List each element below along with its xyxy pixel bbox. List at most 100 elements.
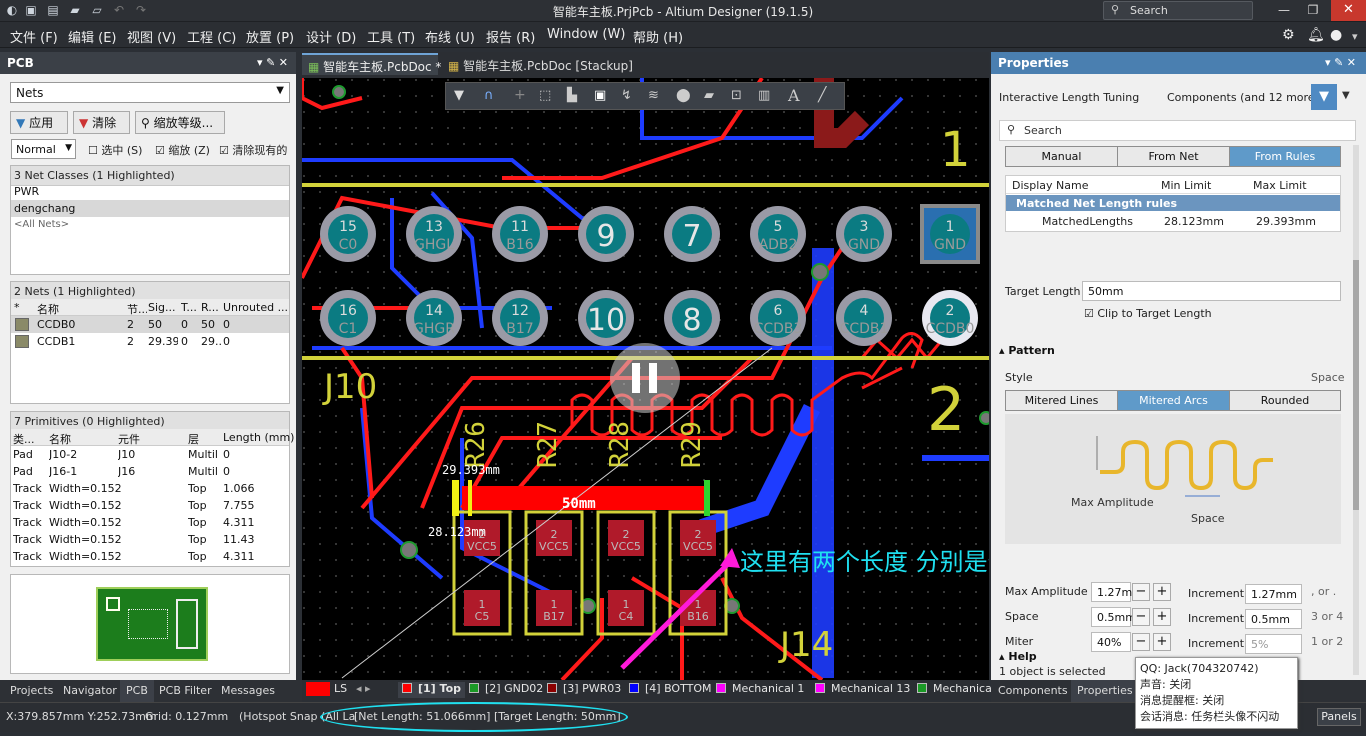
layer-tab[interactable]: [3] PWR03 bbox=[547, 682, 621, 698]
menu-project[interactable]: 工程 (C) bbox=[187, 27, 236, 46]
open-project-icon[interactable]: ▱ bbox=[90, 3, 104, 17]
table-row[interactable]: Track Width=0.152 Top 4.311 bbox=[11, 514, 289, 531]
col-r[interactable]: R... bbox=[201, 301, 221, 314]
layer-tab[interactable]: Mechanica bbox=[917, 682, 992, 698]
pause-overlay[interactable] bbox=[610, 343, 680, 413]
increment-input[interactable]: 1.27mm bbox=[1245, 584, 1302, 604]
select-checkbox[interactable]: ☐ 选中 (S) bbox=[88, 142, 142, 158]
col-layer[interactable]: 层 bbox=[188, 431, 199, 447]
redo-icon[interactable]: ↷ bbox=[134, 3, 148, 17]
save-icon[interactable]: ▣ bbox=[24, 3, 38, 17]
source-tab-manual[interactable]: Manual bbox=[1005, 146, 1118, 167]
col-nodes[interactable]: 节... bbox=[127, 301, 147, 317]
col-display-name[interactable]: Display Name bbox=[1012, 179, 1089, 192]
menu-window[interactable]: Window (W) bbox=[547, 27, 625, 42]
select-area-icon[interactable]: ⬚ bbox=[539, 88, 551, 103]
table-row[interactable]: Track Width=0.152 Top 7.755 bbox=[11, 497, 289, 514]
bell-icon[interactable]: 🔔︎ bbox=[1307, 27, 1325, 43]
line-icon[interactable]: ╱ bbox=[818, 87, 826, 103]
align-icon[interactable]: ▙ bbox=[567, 88, 577, 103]
highlight-mode-select[interactable]: Normal ▼ bbox=[11, 139, 76, 159]
filter-button[interactable]: ▼ bbox=[1311, 84, 1337, 110]
col-max-limit[interactable]: Max Limit bbox=[1253, 179, 1307, 192]
close-window-button[interactable]: ✕ bbox=[1331, 0, 1366, 21]
panel-controls-icon[interactable]: ▾ ✎ ✕ bbox=[257, 56, 288, 69]
header-pad[interactable]: 16C1 bbox=[320, 290, 376, 346]
user-icon[interactable]: ● bbox=[1330, 27, 1342, 43]
rules-group-row[interactable]: Matched Net Length rules bbox=[1006, 195, 1340, 211]
header-pad[interactable]: 14 GHGR bbox=[406, 290, 462, 346]
chevron-down-icon[interactable]: ▼ bbox=[1342, 90, 1350, 101]
header-pad[interactable]: 3 GND bbox=[836, 206, 892, 262]
header-pad[interactable]: 13 GHGL bbox=[406, 206, 462, 262]
header-pad[interactable]: 7 bbox=[664, 206, 720, 262]
gear-icon[interactable]: ⚙ bbox=[1282, 27, 1295, 43]
header-pad[interactable]: 5 ADB2 bbox=[750, 206, 806, 262]
header-pad[interactable]: 15C0 bbox=[320, 206, 376, 262]
table-row[interactable]: MatchedLengths 28.123mm 29.393mm bbox=[1006, 212, 1340, 230]
tab-components[interactable]: Components bbox=[998, 684, 1068, 706]
col-t[interactable]: T... bbox=[181, 301, 199, 314]
plus-button[interactable]: + bbox=[1153, 633, 1171, 651]
menu-place[interactable]: 放置 (P) bbox=[246, 27, 294, 46]
undo-icon[interactable]: ↶ bbox=[112, 3, 126, 17]
col-component[interactable]: 元件 bbox=[118, 431, 140, 447]
keepout-icon[interactable]: ▥ bbox=[758, 88, 770, 103]
restore-button[interactable]: ❐ bbox=[1299, 0, 1327, 21]
tab-pcb[interactable]: PCB bbox=[120, 680, 154, 702]
board-thumbnail[interactable] bbox=[96, 587, 208, 661]
minus-button[interactable]: − bbox=[1132, 633, 1150, 651]
header-pad[interactable]: 2 CCDB0 bbox=[922, 290, 978, 346]
route-icon[interactable]: ↯ bbox=[621, 88, 632, 103]
layer-tab[interactable]: Mechanical 13 bbox=[815, 682, 910, 698]
layer-set-button[interactable]: LS bbox=[334, 682, 347, 698]
pattern-row-value[interactable]: 1.27mm bbox=[1091, 582, 1143, 602]
plus-button[interactable]: + bbox=[1153, 583, 1171, 601]
layer-tab[interactable]: [1] Top bbox=[398, 682, 466, 698]
menu-view[interactable]: 视图 (V) bbox=[127, 27, 176, 46]
fill-icon[interactable]: ▰ bbox=[704, 88, 714, 103]
pattern-section-header[interactable]: ▴ Pattern bbox=[999, 344, 1055, 357]
open-folder-icon[interactable]: ▰ bbox=[68, 3, 82, 17]
target-length-input[interactable]: 50mm bbox=[1082, 281, 1341, 301]
col-type[interactable]: 类... bbox=[13, 431, 35, 447]
clip-checkbox[interactable]: ☑ Clip to Target Length bbox=[1084, 307, 1212, 320]
source-tab-from-rules[interactable]: From Rules bbox=[1229, 146, 1341, 167]
apply-button[interactable]: ▼ 应用 bbox=[10, 111, 68, 134]
text-icon[interactable]: A bbox=[788, 86, 800, 105]
pattern-row-value[interactable]: 0.5mm bbox=[1091, 607, 1136, 627]
header-pad[interactable]: 12B17 bbox=[492, 290, 548, 346]
table-row[interactable]: Track Width=0.152 Top 11.43 bbox=[11, 531, 289, 548]
table-row[interactable]: Pad J10-2 J10 Multil 0 bbox=[11, 446, 289, 463]
col-min-limit[interactable]: Min Limit bbox=[1161, 179, 1211, 192]
crosshair-icon[interactable]: + bbox=[514, 87, 526, 103]
save-all-icon[interactable]: ▤ bbox=[46, 3, 60, 17]
header-pad[interactable]: 4 CCDB1 bbox=[836, 290, 892, 346]
zoom-level-button[interactable]: ⚲ 缩放等级... bbox=[135, 111, 225, 134]
panel-mode-select[interactable]: Nets ▼ bbox=[10, 82, 290, 103]
increment-input[interactable]: 0.5mm bbox=[1245, 609, 1302, 629]
menu-file[interactable]: 文件 (F) bbox=[10, 27, 58, 46]
col-name[interactable]: 名称 bbox=[37, 301, 59, 317]
net-class-item[interactable]: PWR bbox=[11, 183, 289, 200]
multi-route-icon[interactable]: ≋ bbox=[648, 88, 659, 103]
header-pad[interactable]: 11B16 bbox=[492, 206, 548, 262]
panel-controls-icon[interactable]: ▾ ✎ ✕ bbox=[1325, 56, 1356, 69]
col-signal[interactable]: Sig... bbox=[148, 301, 178, 314]
clear-button[interactable]: ▼ 清除 bbox=[73, 111, 130, 134]
menu-edit[interactable]: 编辑 (E) bbox=[68, 27, 117, 46]
net-class-item[interactable]: dengchang bbox=[11, 200, 289, 217]
minus-button[interactable]: − bbox=[1132, 608, 1150, 626]
tab-properties[interactable]: Properties bbox=[1071, 680, 1139, 702]
table-row[interactable]: Pad J16-1 J16 Multil 0 bbox=[11, 463, 289, 480]
filter-icon[interactable]: ▼ bbox=[454, 88, 464, 103]
source-tab-from-net[interactable]: From Net bbox=[1117, 146, 1230, 167]
magnet-icon[interactable]: ∩ bbox=[484, 88, 494, 103]
props-search-input[interactable]: ⚲ Search bbox=[999, 120, 1356, 141]
menu-design[interactable]: 设计 (D) bbox=[306, 27, 356, 46]
table-row[interactable]: Track Width=0.152 Top 4.311 bbox=[11, 548, 289, 565]
tab-stackup[interactable]: ▦ 智能车主板.PcbDoc [Stackup] bbox=[444, 55, 644, 75]
minus-button[interactable]: − bbox=[1132, 583, 1150, 601]
props-scrollbar-thumb[interactable] bbox=[1353, 260, 1359, 510]
menu-reports[interactable]: 报告 (R) bbox=[486, 27, 535, 46]
